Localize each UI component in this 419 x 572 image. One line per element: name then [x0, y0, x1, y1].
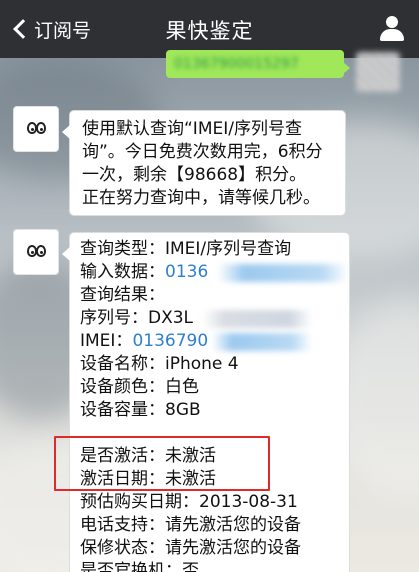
bot-message-text: 使用默认查询“IMEI/序列号查询”。今日免费次数用完，6积分一次，剩余【986… — [82, 119, 323, 208]
outgoing-bubble-tail — [343, 62, 350, 74]
result-row-refurbished: 是否官换机：否 — [80, 561, 199, 572]
outgoing-message-text: 01367900015297 — [174, 56, 299, 72]
result-row-capacity: 设备容量：8GB — [80, 400, 201, 420]
bot-avatar[interactable] — [13, 106, 59, 152]
bot-message-bubble[interactable]: 使用默认查询“IMEI/序列号查询”。今日免费次数用完，6积分一次，剩余【986… — [62, 110, 346, 216]
result-row-query-result: 查询结果： — [80, 285, 165, 305]
result-row-device-name: 设备名称：iPhone 4 — [80, 354, 239, 374]
page-title: 果快鉴定 — [165, 19, 254, 43]
bot-avatar[interactable] — [13, 229, 59, 275]
result-row-phone-support: 电话支持：请先激活您的设备 — [80, 515, 301, 535]
imei-link[interactable]: 0136790 — [132, 331, 208, 351]
result-row-query-type: 查询类型：IMEI/序列号查询 — [80, 239, 292, 259]
result-row-imei: IMEI：0136790 — [80, 330, 341, 353]
redaction-blur — [202, 310, 312, 328]
result-row-warranty: 保修状态：请先激活您的设备 — [80, 538, 301, 558]
input-data-link[interactable]: 0136 — [165, 262, 208, 282]
query-result-bubble[interactable]: 查询类型：IMEI/序列号查询 输入数据：0136 查询结果： 序列号：DX3L… — [62, 232, 350, 572]
outgoing-message-bubble[interactable]: 01367900015297 — [166, 50, 344, 78]
result-row-input-data: 输入数据：0136 — [80, 261, 348, 284]
result-row-est-purchase-date: 预估购买日期：2013-08-31 — [80, 492, 298, 512]
user-profile-icon[interactable] — [379, 14, 405, 42]
redaction-blur — [212, 333, 312, 351]
result-row-device-color: 设备颜色：白色 — [80, 377, 199, 397]
redaction-blur — [218, 264, 348, 282]
activation-highlight-box — [54, 436, 270, 491]
result-row-serial: 序列号：DX3L — [80, 307, 341, 330]
self-avatar[interactable] — [356, 52, 400, 92]
